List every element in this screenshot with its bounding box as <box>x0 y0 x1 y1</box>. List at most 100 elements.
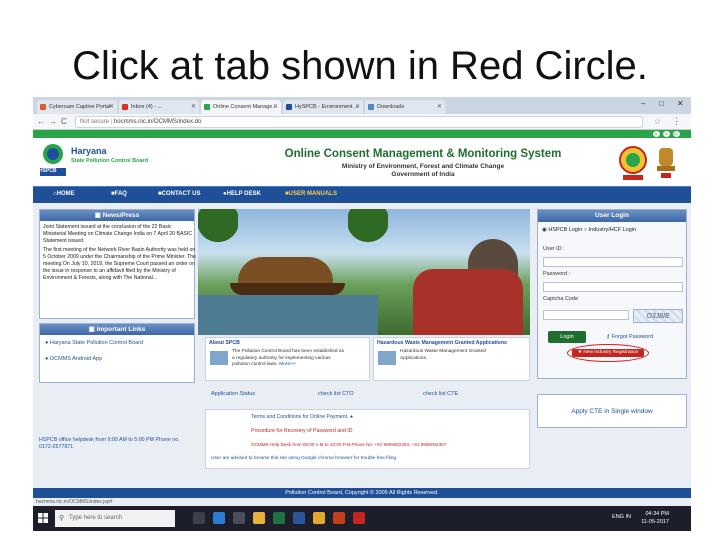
browser-tab-inbox[interactable]: Inbox (4) - ... ✕ <box>119 100 199 114</box>
word-icon[interactable] <box>293 512 305 524</box>
window-minimize-button[interactable]: – <box>641 99 645 108</box>
taskbar-search-input[interactable]: ⚲ Type here to search <box>55 510 175 527</box>
browser-addressbar: ← → C Not secure | hocmms.nic.in/OCMMS/i… <box>33 114 691 130</box>
palm-shape <box>198 209 238 269</box>
tab-favicon-icon <box>286 104 292 110</box>
hazard-thumbnail <box>378 351 396 365</box>
captcha-input[interactable] <box>543 310 629 320</box>
taskbar-clock[interactable]: 04:34 PM 11-05-2017 <box>641 510 669 526</box>
hazard-title: Hazardous Waste Management Granted Appli… <box>377 340 507 346</box>
accessibility-bar: A- A A+ <box>33 130 691 138</box>
key-icon: ⚷ <box>606 334 611 340</box>
store-icon[interactable] <box>233 512 245 524</box>
checklist-cte-link[interactable]: check list CTE <box>423 391 458 397</box>
chrome-icon[interactable] <box>313 512 325 524</box>
houseboat-roof-shape <box>238 257 333 285</box>
helpdesk-notice: OCMMS Help Desk from 09:00 A.M to 10:00 … <box>251 442 447 447</box>
link-hspcb[interactable]: ● Haryana State Pollution Control Board <box>45 340 143 346</box>
window-maximize-button[interactable]: □ <box>659 99 664 108</box>
font-increase-button[interactable]: A+ <box>673 131 680 137</box>
login-button[interactable]: Login <box>548 331 586 343</box>
task-view-icon[interactable] <box>193 512 205 524</box>
font-normal-button[interactable]: A <box>663 131 670 137</box>
screenshot: Cyberoam Captive Portal ✕ Inbox (4) - ..… <box>33 97 691 531</box>
tab-close-icon[interactable]: ✕ <box>109 103 114 110</box>
reload-icon[interactable]: C <box>61 117 67 126</box>
news-list: Joint Statement issued at the conclusion… <box>43 224 196 284</box>
about-spcb-card: About SPCB The Pollution Control Board h… <box>205 337 370 381</box>
browser-tab-downloads[interactable]: Downloads ✕ <box>365 100 445 114</box>
tab-favicon-icon <box>368 104 374 110</box>
powerpoint-icon[interactable] <box>333 512 345 524</box>
browser-tab-hyspcb[interactable]: HySPCB - Environment ... ✕ <box>283 100 363 114</box>
tab-label: Inbox (4) - ... <box>131 104 163 110</box>
tab-close-icon[interactable]: ✕ <box>191 103 196 110</box>
browser-tab-cyberoam[interactable]: Cyberoam Captive Portal ✕ <box>37 100 117 114</box>
tab-label: Downloads <box>377 104 405 110</box>
browser-tabbar: Cyberoam Captive Portal ✕ Inbox (4) - ..… <box>33 97 691 114</box>
back-arrow-icon[interactable]: ← <box>37 117 45 126</box>
windows-start-icon[interactable] <box>38 513 48 523</box>
browser-tab-ocmms[interactable]: Online Consent Manage... ✕ <box>201 100 281 114</box>
application-status-link[interactable]: Application Status <box>211 391 255 397</box>
crowd-shape <box>413 269 523 335</box>
file-explorer-icon[interactable] <box>253 512 265 524</box>
nav-user-manuals[interactable]: ■USER MANUALS <box>285 191 337 197</box>
tab-close-icon[interactable]: ✕ <box>355 103 360 110</box>
browser-advisory: User are advised to browse this site usi… <box>211 456 398 461</box>
site-header: HSPCB Haryana State Pollution Control Bo… <box>33 138 691 186</box>
important-links-panel: ▣ Important Links ● Haryana State Pollut… <box>39 323 195 383</box>
font-decrease-button[interactable]: A- <box>653 131 660 137</box>
site-government: Government of India <box>391 171 455 178</box>
userid-label: User ID : <box>543 246 565 252</box>
hazard-text[interactable]: Hazardous Waste Management Granted Appli… <box>400 349 486 362</box>
browser-status-line: hocmms.nic.in/OCMMS/index.jsp# <box>33 498 691 506</box>
slide: Click at tab shown in Red Circle. Cybero… <box>0 0 720 540</box>
hazardous-waste-card: Hazardous Waste Management Granted Appli… <box>373 337 530 381</box>
userid-input[interactable] <box>543 257 683 267</box>
site-title: Online Consent Management & Monitoring S… <box>284 148 562 160</box>
captcha-image: O3J8IE <box>633 309 683 323</box>
url-security-label: Not secure <box>80 119 110 125</box>
payment-terms-link[interactable]: Terms and Conditions for Online Payment.… <box>251 414 353 420</box>
backwater-shape <box>198 295 378 335</box>
houseboat-hull-shape <box>230 283 345 295</box>
checklist-cto-link[interactable]: check list CTO <box>318 391 354 397</box>
password-input[interactable] <box>543 282 683 292</box>
forward-arrow-icon[interactable]: → <box>49 117 57 126</box>
edge-icon[interactable] <box>213 512 225 524</box>
office-helpdesk-text: HSPCB office helpdesk from 9:00 AM to 5:… <box>39 437 180 450</box>
about-text: The Pollution Control Board has been est… <box>232 349 344 367</box>
url-text: hocmms.nic.in/OCMMS/index.do <box>113 119 202 125</box>
link-android-app[interactable]: ● OCMMS Android App <box>45 356 102 362</box>
acrobat-icon[interactable] <box>353 512 365 524</box>
bookmark-star-icon[interactable]: ☆ <box>654 117 661 126</box>
hspcb-login-radio[interactable]: ◉ HSPCB Login <box>542 227 582 233</box>
info-icon: ● <box>349 414 354 420</box>
industry-login-radio[interactable]: ○ Industry/HCF Login <box>584 227 636 233</box>
window-close-button[interactable]: ✕ <box>677 99 684 108</box>
nav-helpdesk[interactable]: ●HELP DESK <box>223 191 261 197</box>
password-recovery-link[interactable]: Procedure for Recovery of Password and I… <box>251 428 353 434</box>
windows-taskbar: ⚲ Type here to search ENG IN 04:34 PM 11… <box>33 506 691 531</box>
main-navbar: ⌂HOME ■FAQ ■CONTACT US ●HELP DESK ■USER … <box>33 186 691 203</box>
banner-slideshow <box>198 209 530 335</box>
news-item[interactable]: Joint Statement issued at the conclusion… <box>43 224 196 245</box>
links-heading: ▣ Important Links <box>40 324 194 335</box>
about-more-link[interactable]: More>> <box>279 362 296 367</box>
nav-home[interactable]: ⌂HOME <box>53 191 75 197</box>
tab-close-icon[interactable]: ✕ <box>273 103 278 110</box>
nav-faq[interactable]: ■FAQ <box>111 191 127 197</box>
news-item[interactable]: The first meeting of the Network River B… <box>43 247 196 282</box>
tab-favicon-icon <box>204 104 210 110</box>
browser-menu-icon[interactable]: ⋮ <box>672 116 681 127</box>
input-language-indicator[interactable]: ENG IN <box>612 514 631 520</box>
nav-contact[interactable]: ■CONTACT US <box>158 191 201 197</box>
apply-cte-single-window-link[interactable]: Apply CTE in Single window <box>537 394 687 428</box>
forgot-password-link[interactable]: ⚷ Forgot Password <box>606 334 653 340</box>
url-input[interactable]: Not secure | hocmms.nic.in/OCMMS/index.d… <box>75 116 643 128</box>
palm-shape <box>348 209 388 269</box>
excel-icon[interactable] <box>273 512 285 524</box>
tab-close-icon[interactable]: ✕ <box>437 103 442 110</box>
user-login-panel: User Login ◉ HSPCB Login ○ Industry/HCF … <box>537 209 687 379</box>
